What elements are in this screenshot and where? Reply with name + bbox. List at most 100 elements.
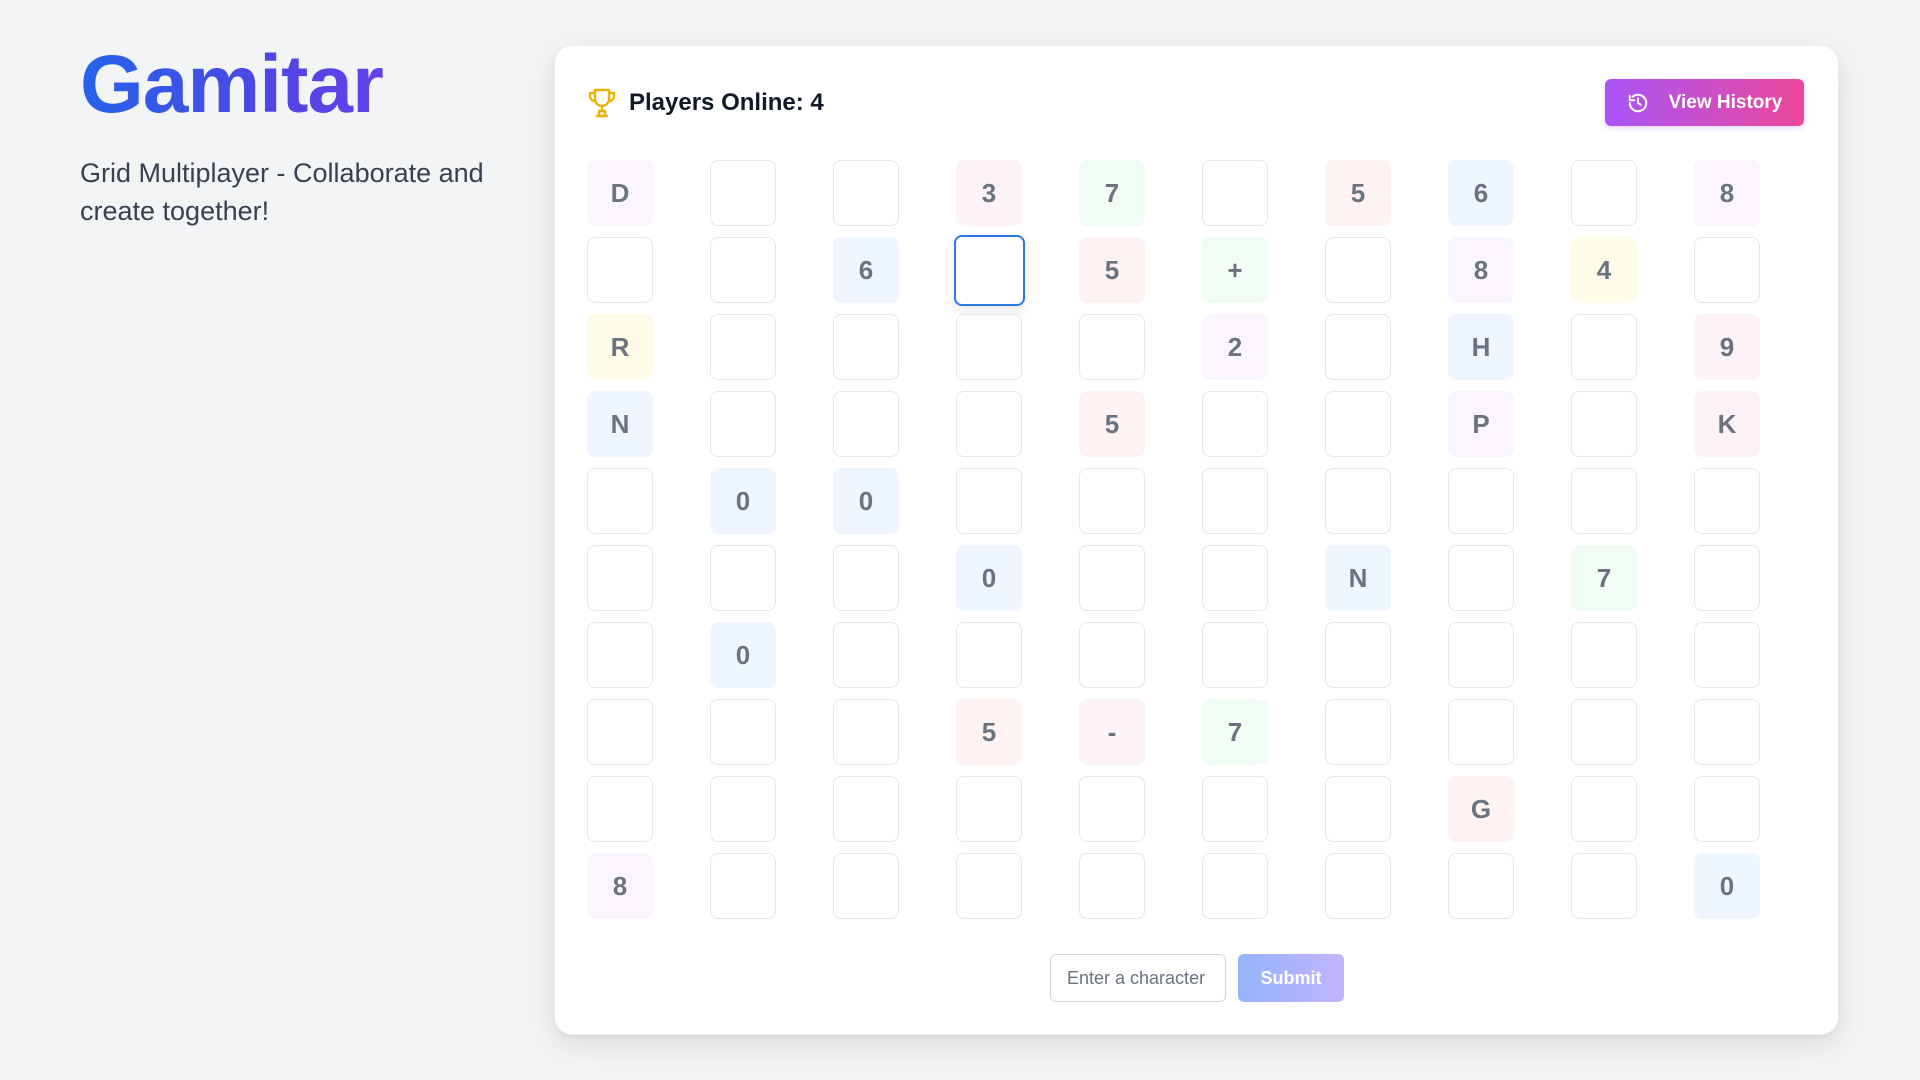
- grid-cell[interactable]: [1325, 237, 1391, 303]
- grid-cell[interactable]: [1571, 853, 1637, 919]
- grid-cell[interactable]: [1079, 622, 1145, 688]
- grid-cell[interactable]: [1448, 853, 1514, 919]
- grid-cell[interactable]: 7: [1079, 160, 1145, 226]
- grid-cell[interactable]: 3: [956, 160, 1022, 226]
- grid-cell[interactable]: 5: [1079, 237, 1145, 303]
- grid-cell[interactable]: 9: [1694, 314, 1760, 380]
- grid-cell[interactable]: [1202, 853, 1268, 919]
- grid-cell[interactable]: 8: [587, 853, 653, 919]
- grid-cell[interactable]: [1325, 622, 1391, 688]
- grid-cell[interactable]: [1202, 776, 1268, 842]
- grid-cell[interactable]: [1448, 545, 1514, 611]
- grid-cell[interactable]: [956, 314, 1022, 380]
- grid-cell[interactable]: [587, 237, 653, 303]
- grid-cell[interactable]: [1448, 468, 1514, 534]
- grid-cell[interactable]: [1202, 160, 1268, 226]
- grid-cell[interactable]: G: [1448, 776, 1514, 842]
- grid-cell[interactable]: 5: [956, 699, 1022, 765]
- grid-cell[interactable]: [1079, 853, 1145, 919]
- grid-cell[interactable]: [710, 776, 776, 842]
- grid-cell[interactable]: [1202, 545, 1268, 611]
- grid-cell[interactable]: 0: [710, 622, 776, 688]
- grid-cell[interactable]: 8: [1448, 237, 1514, 303]
- grid-cell[interactable]: [1079, 776, 1145, 842]
- grid-cell[interactable]: 0: [833, 468, 899, 534]
- grid-cell[interactable]: [710, 545, 776, 611]
- grid-cell[interactable]: [587, 545, 653, 611]
- grid-cell[interactable]: [1325, 699, 1391, 765]
- grid-cell[interactable]: [710, 391, 776, 457]
- grid-cell[interactable]: +: [1202, 237, 1268, 303]
- grid-cell[interactable]: [1571, 391, 1637, 457]
- grid-cell[interactable]: N: [587, 391, 653, 457]
- grid-cell[interactable]: [710, 314, 776, 380]
- grid-cell[interactable]: P: [1448, 391, 1514, 457]
- grid-cell[interactable]: 5: [1325, 160, 1391, 226]
- grid-cell[interactable]: [587, 699, 653, 765]
- grid-cell[interactable]: [1694, 468, 1760, 534]
- grid-cell[interactable]: 0: [1694, 853, 1760, 919]
- grid-cell[interactable]: [1694, 622, 1760, 688]
- grid-cell-selected[interactable]: [954, 235, 1025, 306]
- grid-cell[interactable]: 2: [1202, 314, 1268, 380]
- grid-cell[interactable]: [710, 237, 776, 303]
- grid-cell[interactable]: 6: [1448, 160, 1514, 226]
- grid-cell[interactable]: N: [1325, 545, 1391, 611]
- grid-cell[interactable]: [833, 622, 899, 688]
- grid-cell[interactable]: [1202, 468, 1268, 534]
- submit-button[interactable]: Submit: [1238, 954, 1344, 1002]
- grid-cell[interactable]: [1448, 622, 1514, 688]
- grid-cell[interactable]: [1571, 776, 1637, 842]
- grid-cell[interactable]: [1694, 776, 1760, 842]
- grid-cell[interactable]: [956, 853, 1022, 919]
- grid-cell[interactable]: [833, 699, 899, 765]
- grid-cell[interactable]: [1571, 314, 1637, 380]
- grid-cell[interactable]: 4: [1571, 237, 1637, 303]
- grid-cell[interactable]: [1079, 314, 1145, 380]
- grid-cell[interactable]: [1325, 776, 1391, 842]
- grid-cell[interactable]: [1694, 699, 1760, 765]
- grid-cell[interactable]: 7: [1202, 699, 1268, 765]
- grid-cell[interactable]: [710, 853, 776, 919]
- grid-cell[interactable]: [1571, 468, 1637, 534]
- grid-cell[interactable]: [956, 391, 1022, 457]
- grid-cell[interactable]: [1325, 853, 1391, 919]
- grid-cell[interactable]: K: [1694, 391, 1760, 457]
- grid-cell[interactable]: [1202, 622, 1268, 688]
- grid-cell[interactable]: [956, 468, 1022, 534]
- grid-cell[interactable]: 5: [1079, 391, 1145, 457]
- grid-cell[interactable]: [1694, 545, 1760, 611]
- grid-cell[interactable]: 0: [710, 468, 776, 534]
- grid-cell[interactable]: R: [587, 314, 653, 380]
- grid-cell[interactable]: [710, 160, 776, 226]
- grid-cell[interactable]: 0: [956, 545, 1022, 611]
- grid-cell[interactable]: H: [1448, 314, 1514, 380]
- grid-cell[interactable]: [1571, 699, 1637, 765]
- grid-cell[interactable]: [1202, 391, 1268, 457]
- grid-cell[interactable]: [1325, 314, 1391, 380]
- grid-cell[interactable]: [1571, 160, 1637, 226]
- grid-cell[interactable]: [587, 776, 653, 842]
- grid-cell[interactable]: [1448, 699, 1514, 765]
- grid-cell[interactable]: 7: [1571, 545, 1637, 611]
- grid-cell[interactable]: -: [1079, 699, 1145, 765]
- grid-cell[interactable]: 6: [833, 237, 899, 303]
- view-history-button[interactable]: View History: [1605, 79, 1804, 126]
- grid-cell[interactable]: [1325, 391, 1391, 457]
- grid-cell[interactable]: D: [587, 160, 653, 226]
- grid-cell[interactable]: [833, 853, 899, 919]
- grid-cell[interactable]: 8: [1694, 160, 1760, 226]
- grid-cell[interactable]: [1694, 237, 1760, 303]
- grid-cell[interactable]: [833, 391, 899, 457]
- grid-cell[interactable]: [956, 622, 1022, 688]
- grid-cell[interactable]: [833, 314, 899, 380]
- grid-cell[interactable]: [833, 545, 899, 611]
- grid-cell[interactable]: [587, 468, 653, 534]
- grid-cell[interactable]: [1571, 622, 1637, 688]
- grid-cell[interactable]: [587, 622, 653, 688]
- grid-cell[interactable]: [833, 776, 899, 842]
- character-input[interactable]: [1050, 954, 1226, 1002]
- grid-cell[interactable]: [956, 776, 1022, 842]
- grid-cell[interactable]: [1079, 545, 1145, 611]
- grid-cell[interactable]: [833, 160, 899, 226]
